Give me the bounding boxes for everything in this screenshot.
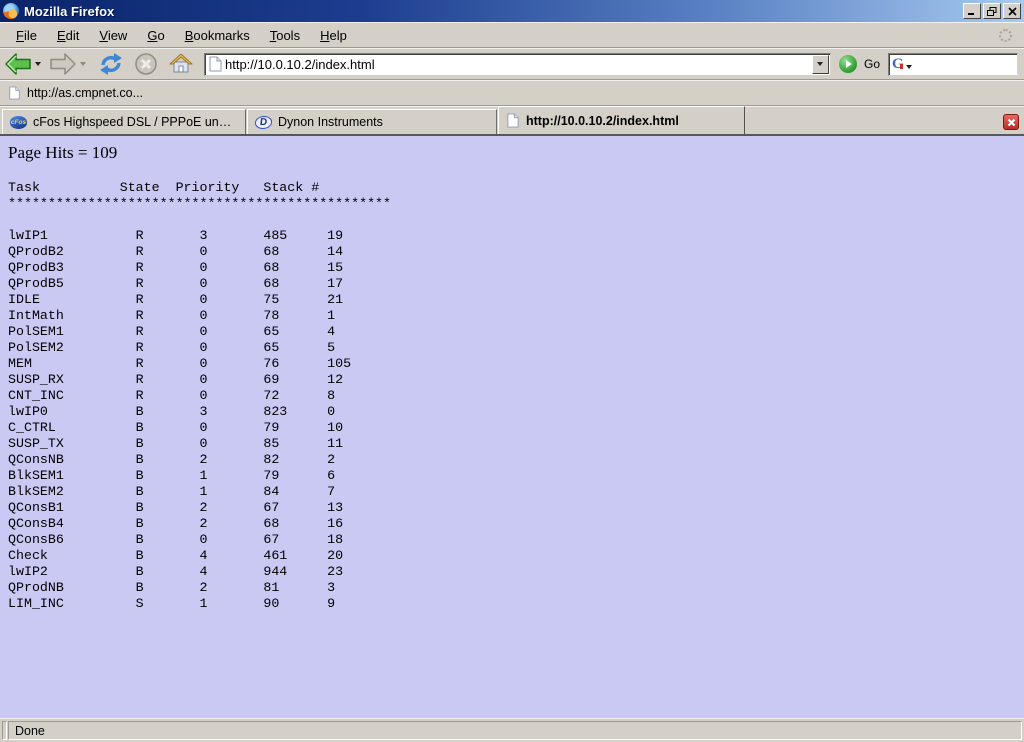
table-row: QConsNB B 2 82 2 <box>8 452 1016 468</box>
firefox-logo-icon <box>3 3 19 19</box>
table-row: QProdB3 R 0 68 15 <box>8 260 1016 276</box>
stop-icon <box>134 52 158 76</box>
bookmark-page-icon <box>8 86 21 100</box>
url-dropdown-arrow <box>817 62 823 66</box>
page-icon <box>506 113 520 128</box>
table-row: QConsB1 B 2 67 13 <box>8 500 1016 516</box>
forward-icon <box>49 52 77 76</box>
menu-tools[interactable]: Tools <box>260 25 310 46</box>
reload-icon <box>98 52 124 76</box>
browser-window: Mozilla Firefox File Edit View Go Bookma… <box>0 0 1024 742</box>
table-row: QConsB4 B 2 68 16 <box>8 516 1016 532</box>
minimize-icon <box>967 7 977 16</box>
table-row: BlkSEM1 B 1 79 6 <box>8 468 1016 484</box>
url-input[interactable] <box>223 57 812 72</box>
dynon-icon: D <box>255 116 272 129</box>
throbber-wrap <box>999 29 1018 42</box>
cfos-icon: cFos <box>10 116 27 129</box>
tab-label: Dynon Instruments <box>278 115 383 129</box>
page-content: Page Hits = 109 Task State Priority Stac… <box>0 136 1024 718</box>
table-row: PolSEM2 R 0 65 5 <box>8 340 1016 356</box>
go-group: Go <box>839 55 888 73</box>
search-box[interactable]: G <box>888 53 1018 76</box>
tab-active-index-html[interactable]: http://10.0.10.2/index.html <box>498 106 745 134</box>
url-bar[interactable] <box>204 53 831 76</box>
bookmark-item[interactable]: http://as.cmpnet.co... <box>8 86 143 100</box>
menu-bookmarks[interactable]: Bookmarks <box>175 25 260 46</box>
menu-view[interactable]: View <box>89 25 137 46</box>
bookmarks-toolbar: http://as.cmpnet.co... <box>0 80 1024 106</box>
status-text: Done <box>8 721 1022 740</box>
restore-button[interactable] <box>983 3 1001 19</box>
close-button[interactable] <box>1003 3 1021 19</box>
close-tab-icon <box>1007 118 1016 127</box>
table-row: SUSP_RX R 0 69 12 <box>8 372 1016 388</box>
table-row: IntMath R 0 78 1 <box>8 308 1016 324</box>
close-icon <box>1008 7 1017 16</box>
home-button[interactable] <box>168 52 194 76</box>
google-icon: G <box>892 57 904 72</box>
reload-button[interactable] <box>98 52 124 76</box>
task-table: Task State Priority Stack #*************… <box>8 180 1016 612</box>
search-input[interactable] <box>912 56 1017 72</box>
url-dropdown-button[interactable] <box>812 55 829 74</box>
bookmark-label: http://as.cmpnet.co... <box>27 86 143 100</box>
table-row: IDLE R 0 75 21 <box>8 292 1016 308</box>
table-row: QProdNB B 2 81 3 <box>8 580 1016 596</box>
home-icon <box>168 52 194 76</box>
table-header: Task State Priority Stack # <box>8 180 1016 196</box>
tab-dynon[interactable]: D Dynon Instruments <box>247 109 497 134</box>
table-row: lwIP2 B 4 944 23 <box>8 564 1016 580</box>
table-row: QProdB2 R 0 68 14 <box>8 244 1016 260</box>
forward-dropdown-arrow[interactable] <box>80 62 86 66</box>
back-icon <box>4 52 32 76</box>
status-bar: Done <box>0 718 1024 742</box>
back-button[interactable] <box>4 52 32 76</box>
go-button[interactable]: Go <box>864 57 880 71</box>
menubar: File Edit View Go Bookmarks Tools Help <box>0 22 1024 48</box>
table-row: lwIP1 R 3 485 19 <box>8 228 1016 244</box>
status-grippy <box>2 721 7 740</box>
tab-label: cFos Highspeed DSL / PPPoE und ISDN CAP.… <box>33 115 238 129</box>
table-row: QProdB5 R 0 68 17 <box>8 276 1016 292</box>
table-blank-line <box>8 212 1016 228</box>
window-title: Mozilla Firefox <box>24 4 961 19</box>
table-row: CNT_INC R 0 72 8 <box>8 388 1016 404</box>
table-row: QConsB6 B 0 67 18 <box>8 532 1016 548</box>
page-hits-counter: Page Hits = 109 <box>8 143 1016 163</box>
throbber-icon <box>999 29 1012 42</box>
tab-cfos[interactable]: cFos cFos Highspeed DSL / PPPoE und ISDN… <box>2 109 246 134</box>
minimize-button[interactable] <box>963 3 981 19</box>
table-row: BlkSEM2 B 1 84 7 <box>8 484 1016 500</box>
back-dropdown-arrow[interactable] <box>35 62 41 66</box>
go-icon[interactable] <box>839 55 857 73</box>
tab-bar: cFos cFos Highspeed DSL / PPPoE und ISDN… <box>0 106 1024 136</box>
stop-button[interactable] <box>134 52 158 76</box>
menu-edit[interactable]: Edit <box>47 25 89 46</box>
table-row: MEM R 0 76 105 <box>8 356 1016 372</box>
table-separator: ****************************************… <box>8 196 1016 212</box>
tab-label: http://10.0.10.2/index.html <box>526 114 679 128</box>
table-row: lwIP0 B 3 823 0 <box>8 404 1016 420</box>
restore-icon <box>987 7 997 16</box>
table-row: PolSEM1 R 0 65 4 <box>8 324 1016 340</box>
page-icon <box>208 56 223 72</box>
table-row: C_CTRL B 0 79 10 <box>8 420 1016 436</box>
close-tab-button[interactable] <box>1003 114 1019 130</box>
table-row: LIM_INC S 1 90 9 <box>8 596 1016 612</box>
menu-file[interactable]: File <box>6 25 47 46</box>
navigation-toolbar: Go G <box>0 48 1024 80</box>
table-row: SUSP_TX B 0 85 11 <box>8 436 1016 452</box>
menu-help[interactable]: Help <box>310 25 357 46</box>
table-row: Check B 4 461 20 <box>8 548 1016 564</box>
titlebar: Mozilla Firefox <box>0 0 1024 22</box>
menu-go[interactable]: Go <box>137 25 174 46</box>
forward-button[interactable] <box>49 52 77 76</box>
